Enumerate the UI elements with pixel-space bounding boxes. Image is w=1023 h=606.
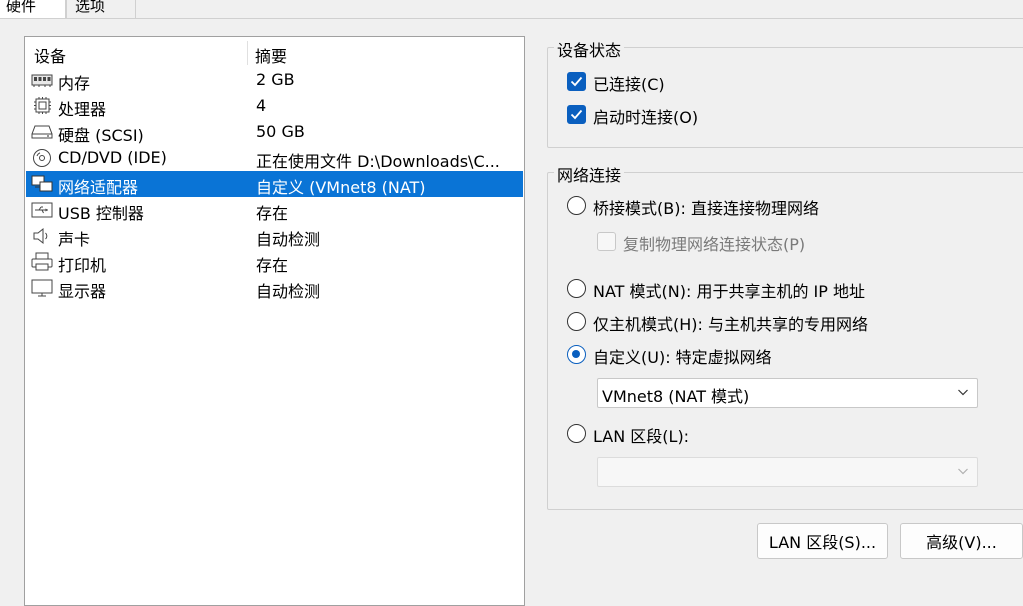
connect-at-power-on-checkbox[interactable] xyxy=(567,105,586,124)
device-name: 处理器 xyxy=(58,100,107,119)
usb-icon xyxy=(31,202,53,218)
advanced-button[interactable]: 高级(V)... xyxy=(900,523,1023,559)
speaker-icon xyxy=(33,227,48,245)
nat-radio[interactable] xyxy=(567,279,586,298)
device-name: 显示器 xyxy=(58,282,107,301)
advanced-button-label: 高级(V)... xyxy=(926,533,997,552)
device-summary: 4 xyxy=(256,96,267,115)
device-name: USB 控制器 xyxy=(58,204,144,223)
memory-icon xyxy=(31,74,53,87)
lan-segments-button[interactable]: LAN 区段(S)... xyxy=(757,523,888,559)
custom-network-select[interactable]: VMnet8 (NAT 模式) xyxy=(597,378,978,408)
device-list[interactable]: 设备 摘要 内存 2 GB 处理器 4 硬盘 (SCSI) 50 GB CD/D… xyxy=(24,36,525,606)
device-summary: 2 GB xyxy=(256,70,295,89)
tab-hardware-label: 硬件 xyxy=(6,0,37,15)
host-only-radio[interactable] xyxy=(567,312,586,331)
chevron-down-icon xyxy=(958,389,968,396)
device-summary: 存在 xyxy=(256,204,289,223)
connect-at-power-on-label[interactable]: 启动时连接(O) xyxy=(593,104,698,128)
replicate-state-checkbox[interactable] xyxy=(597,232,616,251)
device-name: 声卡 xyxy=(58,230,91,249)
device-row-processor[interactable]: 处理器 4 xyxy=(26,93,523,119)
tab-options-label: 选项 xyxy=(75,0,106,15)
lan-segment-radio[interactable] xyxy=(567,424,586,443)
device-name: 打印机 xyxy=(58,256,107,275)
hard-disk-icon xyxy=(31,125,53,139)
tab-hardware[interactable]: 硬件 xyxy=(0,0,66,19)
tab-divider xyxy=(0,18,1023,19)
custom-network-value: VMnet8 (NAT 模式) xyxy=(602,387,750,406)
device-row-display[interactable]: 显示器 自动检测 xyxy=(26,275,523,301)
device-summary: 正在使用文件 D:\Downloads\C... xyxy=(256,152,500,171)
device-status-group xyxy=(547,47,1023,148)
cd-dvd-icon xyxy=(33,149,51,167)
host-only-label[interactable]: 仅主机模式(H): 与主机共享的专用网络 xyxy=(593,311,868,335)
network-adapter-icon xyxy=(31,175,53,192)
device-name: 内存 xyxy=(58,74,91,93)
monitor-icon xyxy=(31,279,53,297)
checkmark-icon xyxy=(570,109,583,120)
device-row-sound[interactable]: 声卡 自动检测 xyxy=(26,223,523,249)
lan-segment-select[interactable] xyxy=(597,457,978,487)
device-row-printer[interactable]: 打印机 存在 xyxy=(26,249,523,275)
tab-options[interactable]: 选项 xyxy=(66,0,136,19)
lan-segments-button-label: LAN 区段(S)... xyxy=(768,533,877,552)
nat-label[interactable]: NAT 模式(N): 用于共享主机的 IP 地址 xyxy=(593,278,865,302)
device-row-cd-dvd[interactable]: CD/DVD (IDE) 正在使用文件 D:\Downloads\C... xyxy=(26,145,523,171)
device-list-header: 设备 摘要 xyxy=(25,37,524,67)
device-row-usb[interactable]: USB 控制器 存在 xyxy=(26,197,523,223)
device-summary: 自定义 (VMnet8 (NAT) xyxy=(256,178,426,197)
chevron-down-icon xyxy=(958,468,968,475)
device-status-title: 设备状态 xyxy=(554,37,625,61)
device-row-network-adapter[interactable]: 网络适配器 自定义 (VMnet8 (NAT) xyxy=(26,171,523,197)
device-name: 网络适配器 xyxy=(58,178,139,197)
device-name: 硬盘 (SCSI) xyxy=(58,126,144,145)
lan-segment-label[interactable]: LAN 区段(L): xyxy=(593,423,689,447)
device-summary: 存在 xyxy=(256,256,289,275)
bridged-label[interactable]: 桥接模式(B): 直接连接物理网络 xyxy=(593,195,819,219)
bridged-radio[interactable] xyxy=(567,196,586,215)
checkmark-icon xyxy=(570,76,583,87)
replicate-state-label[interactable]: 复制物理网络连接状态(P) xyxy=(623,231,805,255)
device-summary: 自动检测 xyxy=(256,282,321,301)
device-summary: 自动检测 xyxy=(256,230,321,249)
custom-label[interactable]: 自定义(U): 特定虚拟网络 xyxy=(593,344,772,368)
column-header-device[interactable]: 设备 xyxy=(34,43,66,67)
device-summary: 50 GB xyxy=(256,122,305,141)
device-row-hard-disk[interactable]: 硬盘 (SCSI) 50 GB xyxy=(26,119,523,145)
column-header-summary[interactable]: 摘要 xyxy=(255,43,287,67)
device-row-memory[interactable]: 内存 2 GB xyxy=(26,67,523,93)
connected-label[interactable]: 已连接(C) xyxy=(593,71,665,95)
device-name: CD/DVD (IDE) xyxy=(58,148,167,167)
custom-radio[interactable] xyxy=(567,345,586,364)
printer-icon xyxy=(31,252,53,271)
network-connection-title: 网络连接 xyxy=(554,162,625,186)
processor-icon xyxy=(34,97,51,114)
column-separator[interactable] xyxy=(247,41,248,65)
connected-checkbox[interactable] xyxy=(567,72,586,91)
